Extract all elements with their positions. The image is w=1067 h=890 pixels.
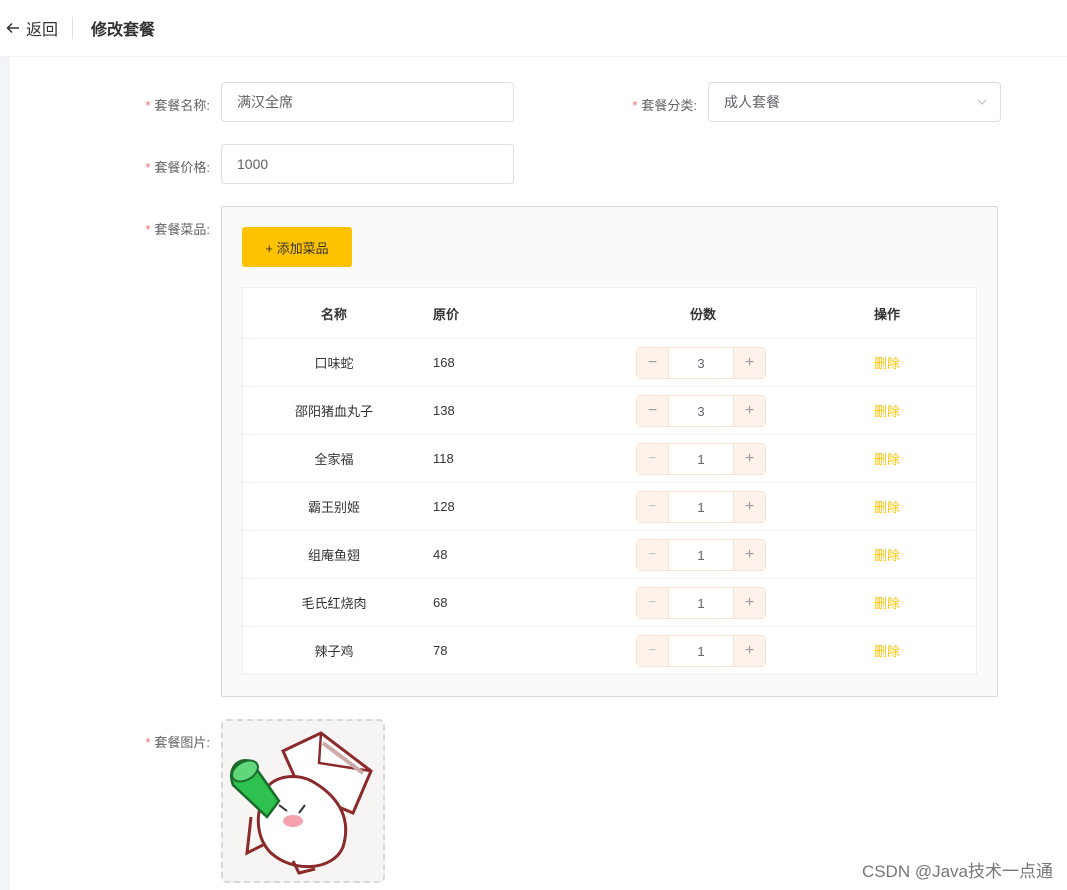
increase-button[interactable]: +: [733, 396, 765, 426]
delete-link[interactable]: 删除: [843, 449, 931, 468]
image-upload[interactable]: [221, 719, 385, 883]
dish-price: 138: [433, 403, 455, 418]
quantity-input[interactable]: 1: [669, 588, 733, 618]
dishes-label: * 套餐菜品:: [145, 222, 210, 237]
delete-link[interactable]: 删除: [843, 497, 931, 516]
quantity-input[interactable]: 1: [669, 444, 733, 474]
name-input[interactable]: 满汉全席: [221, 82, 514, 122]
dish-price: 78: [433, 643, 448, 658]
quantity-input[interactable]: 1: [669, 540, 733, 570]
back-label: 返回: [26, 22, 59, 39]
quantity-input[interactable]: 1: [669, 492, 733, 522]
dish-name: 邵阳猪血丸子: [294, 404, 373, 419]
dish-name: 全家福: [314, 452, 354, 467]
table-header: 名称 原价 份数 操作: [243, 288, 976, 339]
increase-button[interactable]: +: [733, 444, 765, 474]
dish-price: 128: [433, 499, 455, 514]
col-op: 操作: [873, 306, 900, 322]
arrow-left-icon: [6, 22, 19, 34]
table-row: 口味蛇 168 −3 + 删除: [243, 339, 976, 387]
dish-name: 毛氏红烧肉: [301, 596, 367, 611]
dish-price: 48: [433, 547, 448, 562]
delete-link[interactable]: 删除: [843, 353, 931, 372]
dish-name: 辣子鸡: [314, 644, 354, 659]
dishes-panel: + 添加菜品 名称 原价 份数 操作 口味蛇 168−3 + 删除 邵阳猪血丸子 138−…: [221, 206, 998, 697]
back-button[interactable]: 返回: [6, 16, 58, 40]
name-label: * 套餐名称:: [145, 98, 210, 113]
dish-image: [223, 721, 383, 881]
decrease-button[interactable]: −: [637, 492, 669, 522]
dish-price: 118: [433, 451, 454, 466]
table-row: 霸王别姬 128 −1 + 删除: [243, 483, 976, 531]
header-divider: [72, 17, 74, 39]
table-row: 邵阳猪血丸子 138 −3 + 删除: [243, 387, 976, 435]
decrease-button[interactable]: −: [637, 540, 669, 570]
decrease-button[interactable]: −: [637, 636, 669, 666]
quantity-input[interactable]: 1: [669, 636, 733, 666]
delete-link[interactable]: 删除: [843, 401, 931, 420]
increase-button[interactable]: +: [733, 588, 765, 618]
quantity-stepper: −1 +: [636, 491, 766, 523]
quantity-input[interactable]: 3: [669, 348, 733, 378]
dish-price: 168: [433, 355, 455, 370]
delete-link[interactable]: 删除: [843, 593, 931, 612]
price-input[interactable]: 1000: [221, 144, 514, 184]
col-copies: 份数: [689, 306, 716, 322]
dish-name: 口味蛇: [314, 356, 354, 371]
delete-link[interactable]: 删除: [843, 545, 931, 564]
image-label: * 套餐图片:: [145, 735, 210, 750]
increase-button[interactable]: +: [733, 540, 765, 570]
dish-name: 组庵鱼翅: [307, 548, 360, 563]
decrease-button[interactable]: −: [637, 588, 669, 618]
category-select[interactable]: 成人套餐: [708, 82, 1001, 122]
watermark: CSDN @Java技术一点通: [861, 862, 1053, 881]
decrease-button[interactable]: −: [637, 396, 669, 426]
table-row: 辣子鸡 78 −1 + 删除: [243, 627, 976, 675]
col-price: 原价: [433, 306, 460, 322]
chevron-down-icon: [977, 99, 987, 105]
category-label: * 套餐分类:: [632, 98, 697, 113]
table-row: 毛氏红烧肉 68 −1 + 删除: [243, 579, 976, 627]
top-bar: 返回 修改套餐: [0, 0, 1067, 57]
quantity-stepper: −3 +: [636, 347, 766, 379]
quantity-stepper: −1 +: [636, 443, 766, 475]
left-strip: [0, 57, 10, 890]
quantity-stepper: −3 +: [636, 395, 766, 427]
dish-name: 霸王别姬: [307, 500, 360, 515]
increase-button[interactable]: +: [733, 636, 765, 666]
page-title: 修改套餐: [91, 22, 156, 39]
delete-link[interactable]: 删除: [843, 641, 931, 660]
dish-table: 名称 原价 份数 操作 口味蛇 168−3 + 删除 邵阳猪血丸子 138−3 + 删除 全家福…: [242, 287, 977, 675]
quantity-stepper: −1 +: [636, 587, 766, 619]
increase-button[interactable]: +: [733, 348, 765, 378]
quantity-stepper: −1 +: [636, 539, 766, 571]
table-row: 全家福 118 −1 + 删除: [243, 435, 976, 483]
price-label: * 套餐价格:: [145, 160, 210, 175]
col-name: 名称: [320, 306, 347, 322]
add-dish-button[interactable]: + 添加菜品: [242, 227, 352, 267]
quantity-stepper: −1 +: [636, 635, 766, 667]
quantity-input[interactable]: 3: [669, 396, 733, 426]
decrease-button[interactable]: −: [637, 348, 669, 378]
table-row: 组庵鱼翅 48 −1 + 删除: [243, 531, 976, 579]
decrease-button[interactable]: −: [637, 444, 669, 474]
increase-button[interactable]: +: [733, 492, 765, 522]
dish-price: 68: [433, 595, 448, 610]
